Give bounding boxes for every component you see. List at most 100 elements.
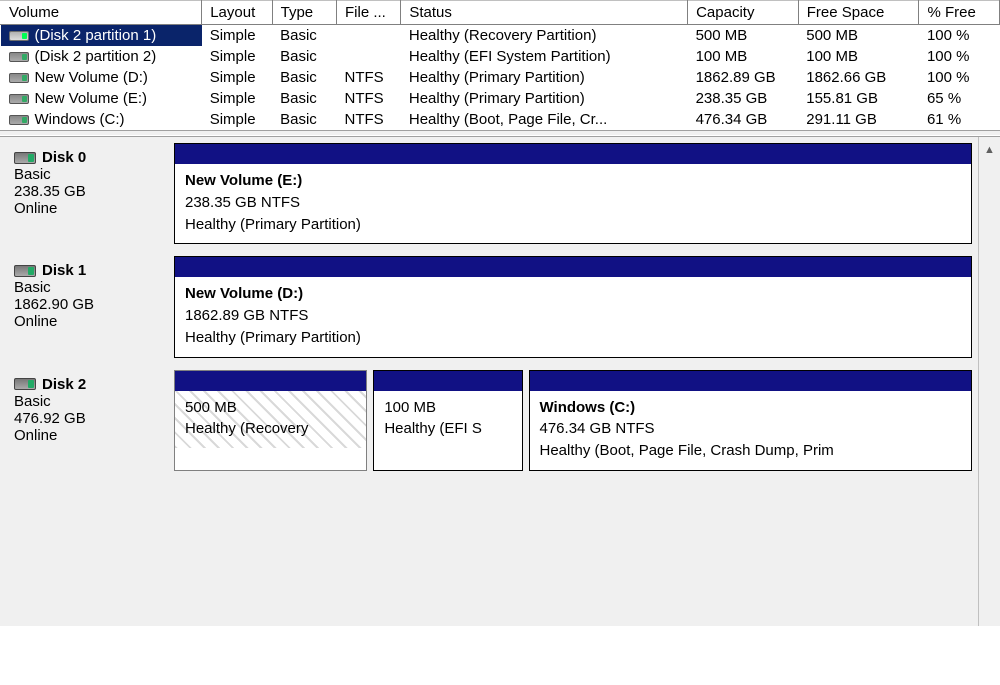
volume-status: Healthy (Primary Partition) <box>401 67 688 88</box>
disk-state: Online <box>14 427 162 444</box>
volume-capacity: 100 MB <box>688 46 799 67</box>
disk-state: Online <box>14 313 162 330</box>
disk-size: 476.92 GB <box>14 410 162 427</box>
partition-size: 1862.89 GB NTFS <box>185 305 961 327</box>
partition-strip: 500 MBHealthy (Recovery100 MBHealthy (EF… <box>174 370 972 471</box>
volume-capacity: 476.34 GB <box>688 109 799 130</box>
volume-fs: NTFS <box>337 88 401 109</box>
disk-size: 238.35 GB <box>14 183 162 200</box>
partition-strip: New Volume (D:)1862.89 GB NTFSHealthy (P… <box>174 256 972 357</box>
scroll-up-arrow-icon[interactable]: ▲ <box>981 141 999 159</box>
volume-icon <box>9 31 29 41</box>
disk-label[interactable]: Disk 1Basic1862.90 GBOnline <box>6 256 166 357</box>
partition-header-bar <box>374 371 521 391</box>
volume-type: Basic <box>272 88 336 109</box>
partition-title: New Volume (E:) <box>185 170 961 192</box>
partition-status: Healthy (EFI S <box>384 418 511 440</box>
volume-capacity: 238.35 GB <box>688 88 799 109</box>
volume-row[interactable]: New Volume (D:)SimpleBasicNTFSHealthy (P… <box>1 67 1000 88</box>
disk-type: Basic <box>14 166 162 183</box>
volume-type: Basic <box>272 109 336 130</box>
volume-type: Basic <box>272 46 336 67</box>
volume-capacity: 500 MB <box>688 25 799 47</box>
volume-pfree: 100 % <box>919 67 1000 88</box>
col-type[interactable]: Type <box>272 1 336 25</box>
volume-status: Healthy (Boot, Page File, Cr... <box>401 109 688 130</box>
volume-free: 100 MB <box>798 46 919 67</box>
volume-row[interactable]: Windows (C:) SimpleBasicNTFSHealthy (Boot… <box>1 109 1000 130</box>
disk-name: Disk 2 <box>42 376 86 393</box>
disk-row: Disk 1Basic1862.90 GBOnlineNew Volume (D… <box>6 256 972 357</box>
partition-size: 238.35 GB NTFS <box>185 192 961 214</box>
volume-icon <box>9 73 29 83</box>
volume-type: Basic <box>272 25 336 47</box>
partition-status: Healthy (Primary Partition) <box>185 214 961 236</box>
col-filesystem[interactable]: File ... <box>337 1 401 25</box>
volume-header-row: Volume Layout Type File ... Status Capac… <box>1 1 1000 25</box>
volume-row[interactable]: (Disk 2 partition 2) SimpleBasic Healthy (… <box>1 46 1000 67</box>
partition-header-bar <box>175 144 971 164</box>
volume-type: Basic <box>272 67 336 88</box>
volume-free: 155.81 GB <box>798 88 919 109</box>
volume-free: 1862.66 GB <box>798 67 919 88</box>
volume-layout: Simple <box>202 109 272 130</box>
volume-pfree: 61 % <box>919 109 1000 130</box>
col-freespace[interactable]: Free Space <box>798 1 919 25</box>
volume-name: (Disk 2 partition 2) <box>35 48 157 65</box>
vertical-scrollbar[interactable]: ▲ <box>978 137 1000 626</box>
col-pctfree[interactable]: % Free <box>919 1 1000 25</box>
disk-label[interactable]: Disk 2Basic476.92 GBOnline <box>6 370 166 471</box>
partition-box[interactable]: Windows (C:)476.34 GB NTFSHealthy (Boot,… <box>529 370 973 471</box>
volume-pfree: 65 % <box>919 88 1000 109</box>
disk-row: Disk 2Basic476.92 GBOnline500 MBHealthy … <box>6 370 972 471</box>
col-layout[interactable]: Layout <box>202 1 272 25</box>
volume-row[interactable]: (Disk 2 partition 1)SimpleBasicHealthy (… <box>1 25 1000 47</box>
col-volume[interactable]: Volume <box>1 1 202 25</box>
volume-row[interactable]: New Volume (E:)SimpleBasicNTFSHealthy (P… <box>1 88 1000 109</box>
partition-header-bar <box>530 371 972 391</box>
volume-status: Healthy (EFI System Partition) <box>401 46 688 67</box>
partition-header-bar <box>175 371 366 391</box>
volume-layout: Simple <box>202 25 272 47</box>
graphical-view: Disk 0Basic238.35 GBOnlineNew Volume (E:… <box>0 136 1000 626</box>
partition-strip: New Volume (E:)238.35 GB NTFSHealthy (Pr… <box>174 143 972 244</box>
volume-layout: Simple <box>202 46 272 67</box>
partition-box[interactable]: New Volume (E:)238.35 GB NTFSHealthy (Pr… <box>174 143 972 244</box>
volume-fs <box>337 46 401 67</box>
disk-type: Basic <box>14 279 162 296</box>
volume-name: Windows (C:) <box>35 111 125 128</box>
disk-size: 1862.90 GB <box>14 296 162 313</box>
volume-capacity: 1862.89 GB <box>688 67 799 88</box>
col-capacity[interactable]: Capacity <box>688 1 799 25</box>
partition-box[interactable]: 100 MBHealthy (EFI S <box>373 370 522 471</box>
partition-status: Healthy (Boot, Page File, Crash Dump, Pr… <box>540 440 962 462</box>
volume-list-table: Volume Layout Type File ... Status Capac… <box>0 0 1000 130</box>
partition-title: Windows (C:) <box>540 397 962 419</box>
volume-fs: NTFS <box>337 109 401 130</box>
disk-icon <box>14 265 36 277</box>
volume-pfree: 100 % <box>919 25 1000 47</box>
partition-status: Healthy (Primary Partition) <box>185 327 961 349</box>
disk-icon <box>14 152 36 164</box>
volume-icon <box>9 115 29 125</box>
volume-name: New Volume (D:) <box>35 69 148 86</box>
volume-fs: NTFS <box>337 67 401 88</box>
volume-status: Healthy (Primary Partition) <box>401 88 688 109</box>
partition-box[interactable]: 500 MBHealthy (Recovery <box>174 370 367 471</box>
partition-box[interactable]: New Volume (D:)1862.89 GB NTFSHealthy (P… <box>174 256 972 357</box>
disk-map-area: Disk 0Basic238.35 GBOnlineNew Volume (E:… <box>0 137 978 626</box>
volume-fs <box>337 25 401 47</box>
partition-size: 476.34 GB NTFS <box>540 418 962 440</box>
disk-name: Disk 1 <box>42 262 86 279</box>
disk-type: Basic <box>14 393 162 410</box>
partition-title: New Volume (D:) <box>185 283 961 305</box>
disk-state: Online <box>14 200 162 217</box>
col-status[interactable]: Status <box>401 1 688 25</box>
volume-layout: Simple <box>202 88 272 109</box>
volume-icon <box>9 94 29 104</box>
disk-row: Disk 0Basic238.35 GBOnlineNew Volume (E:… <box>6 143 972 244</box>
partition-status: Healthy (Recovery <box>185 418 356 440</box>
disk-label[interactable]: Disk 0Basic238.35 GBOnline <box>6 143 166 244</box>
partition-header-bar <box>175 257 971 277</box>
volume-free: 291.11 GB <box>798 109 919 130</box>
